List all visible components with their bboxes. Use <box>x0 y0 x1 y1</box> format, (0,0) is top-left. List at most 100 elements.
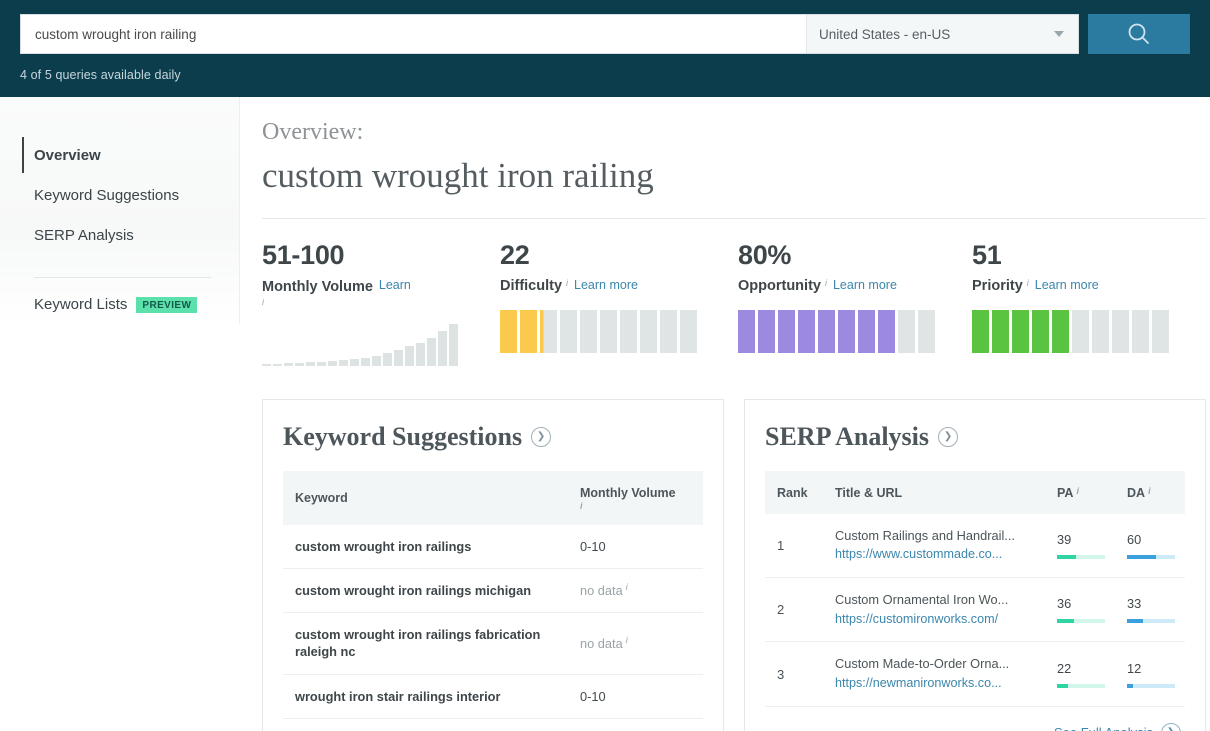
locale-select[interactable]: United States - en-US <box>806 15 1078 53</box>
result-url[interactable]: https://www.custommade.co... <box>835 545 1035 564</box>
opportunity-segment-bar <box>738 307 972 353</box>
column-header-pa: PA i <box>1045 470 1115 514</box>
keyword-suggestions-card: Keyword Suggestions ❯ Keyword Monthly Vo… <box>262 398 724 731</box>
segment-bar <box>680 309 697 353</box>
query-quota-text: 4 of 5 queries available daily <box>20 68 181 82</box>
sidebar-item-overview[interactable]: Overview <box>0 135 239 175</box>
see-full-analysis-link[interactable]: See Full Analysis ❯ <box>765 707 1185 731</box>
info-icon[interactable]: i <box>626 635 628 645</box>
preview-badge: PREVIEW <box>136 296 198 313</box>
column-header-label: Monthly Volume <box>580 485 676 500</box>
learn-more-link[interactable]: Learn more <box>574 278 638 292</box>
da-score-track <box>1127 683 1175 688</box>
metric-value: 51 <box>972 239 1002 270</box>
table-row[interactable]: custom wrought iron railings michigan no … <box>283 568 703 614</box>
result-url[interactable]: https://customironworks.com/ <box>835 610 1035 629</box>
da-score-value: 33 <box>1127 596 1142 612</box>
info-icon[interactable]: i <box>580 501 693 511</box>
info-icon[interactable]: i <box>626 582 628 592</box>
segment-bar <box>1132 309 1149 353</box>
segment-bar <box>500 309 517 353</box>
table-row[interactable]: custom wrought iron railings fabrication… <box>283 612 703 675</box>
segment-bar <box>798 309 815 353</box>
segment-bar <box>1092 309 1109 353</box>
sidebar: Overview Keyword Suggestions SERP Analys… <box>0 97 240 324</box>
segment-bar <box>898 309 915 353</box>
column-header-label: DA <box>1127 485 1146 500</box>
table-row[interactable]: 3 Custom Made-to-Order Orna... https://new… <box>765 641 1185 707</box>
sparkline-bar <box>361 357 370 366</box>
title-divider <box>262 217 1206 219</box>
learn-more-link[interactable]: Learn more <box>1035 278 1099 292</box>
info-icon[interactable]: i <box>1076 486 1079 496</box>
table-row[interactable]: custom wrought iron railings edmontonno … <box>283 718 703 731</box>
locale-select-value: United States - en-US <box>819 26 951 42</box>
metric-label: Monthly Volume <box>262 278 373 295</box>
metric-label: Difficulty <box>500 277 563 294</box>
sidebar-item-serp-analysis[interactable]: SERP Analysis <box>0 215 239 255</box>
segment-bar <box>992 309 1009 353</box>
pa-score-value: 39 <box>1057 531 1072 547</box>
da-score-track <box>1127 554 1175 559</box>
serp-analysis-body: 1 Custom Railings and Handrail... https://… <box>765 513 1185 707</box>
sparkline-bar <box>306 361 315 366</box>
table-row[interactable]: custom wrought iron railings 0-10 <box>283 524 703 569</box>
sparkline-bar <box>262 363 271 366</box>
metric-value: 51-100 <box>262 239 345 270</box>
result-title[interactable]: Custom Ornamental Iron Wo... <box>835 591 1035 610</box>
learn-more-link[interactable]: Learn more <box>833 278 897 292</box>
column-header-title-url: Title & URL <box>823 470 1045 514</box>
search-button[interactable] <box>1088 14 1190 54</box>
sidebar-item-keyword-lists[interactable]: Keyword Lists PREVIEW <box>0 296 239 313</box>
main-content: Overview: custom wrought iron railing 51… <box>240 97 1210 731</box>
info-icon[interactable]: i <box>1027 278 1029 288</box>
metric-label-row: Difficulty i Learn more <box>500 278 738 294</box>
info-icon[interactable]: i <box>825 278 827 288</box>
info-icon[interactable]: i <box>566 278 568 288</box>
sidebar-item-label: SERP Analysis <box>34 226 134 244</box>
pa-score-cell: 36 <box>1045 577 1115 643</box>
info-icon[interactable]: i <box>262 297 373 307</box>
pa-score-value: 36 <box>1057 596 1072 612</box>
monthly-volume-cell: no datai <box>568 718 703 731</box>
metric-label: Priority <box>972 277 1023 294</box>
table-row[interactable]: 1 Custom Railings and Handrail... https://… <box>765 513 1185 579</box>
chevron-right-circle-icon: ❯ <box>1161 722 1181 731</box>
monthly-volume-cell: no datai <box>568 612 703 675</box>
sparkline-bar <box>438 330 447 366</box>
result-title[interactable]: Custom Railings and Handrail... <box>835 527 1035 546</box>
segment-bar <box>838 309 855 353</box>
sidebar-item-keyword-suggestions[interactable]: Keyword Suggestions <box>0 175 239 215</box>
card-title: Keyword Suggestions <box>283 421 523 451</box>
segment-bar <box>520 309 537 353</box>
da-score-cell: 60 <box>1115 513 1185 579</box>
chevron-right-circle-icon[interactable]: ❯ <box>531 426 552 447</box>
segment-bar <box>580 309 597 353</box>
result-url[interactable]: https://newmanironworks.co... <box>835 674 1035 693</box>
keyword-cell: custom wrought iron railings fabrication… <box>283 612 568 675</box>
segment-bar <box>778 309 795 353</box>
da-score-fill <box>1127 683 1133 688</box>
sparkline-bar <box>350 358 359 366</box>
segment-bar <box>818 309 835 353</box>
metric-opportunity: 80% Opportunity i Learn more <box>738 241 972 366</box>
card-title: SERP Analysis <box>765 421 930 451</box>
sidebar-item-label: Keyword Lists <box>34 296 128 313</box>
sidebar-item-label: Keyword Suggestions <box>34 186 180 204</box>
chevron-right-circle-icon[interactable]: ❯ <box>938 426 959 447</box>
table-row[interactable]: 2 Custom Ornamental Iron Wo... https://cus… <box>765 577 1185 643</box>
segment-bar <box>858 309 875 353</box>
sparkline-bar <box>427 337 436 366</box>
column-header-rank: Rank <box>765 470 823 514</box>
segment-bar <box>1032 309 1049 353</box>
keyword-cell: wrought iron stair railings interior <box>283 674 568 719</box>
keyword-search-input[interactable] <box>21 15 806 53</box>
title-url-cell: Custom Ornamental Iron Wo... https://cust… <box>823 577 1045 643</box>
result-title[interactable]: Custom Made-to-Order Orna... <box>835 655 1035 674</box>
difficulty-segment-bar <box>500 307 738 353</box>
learn-more-link[interactable]: Learn <box>379 278 411 292</box>
info-icon[interactable]: i <box>1148 486 1151 496</box>
column-header-keyword: Keyword <box>283 470 568 525</box>
table-row[interactable]: wrought iron stair railings interior 0-10 <box>283 674 703 719</box>
sparkline-bar <box>416 342 425 366</box>
